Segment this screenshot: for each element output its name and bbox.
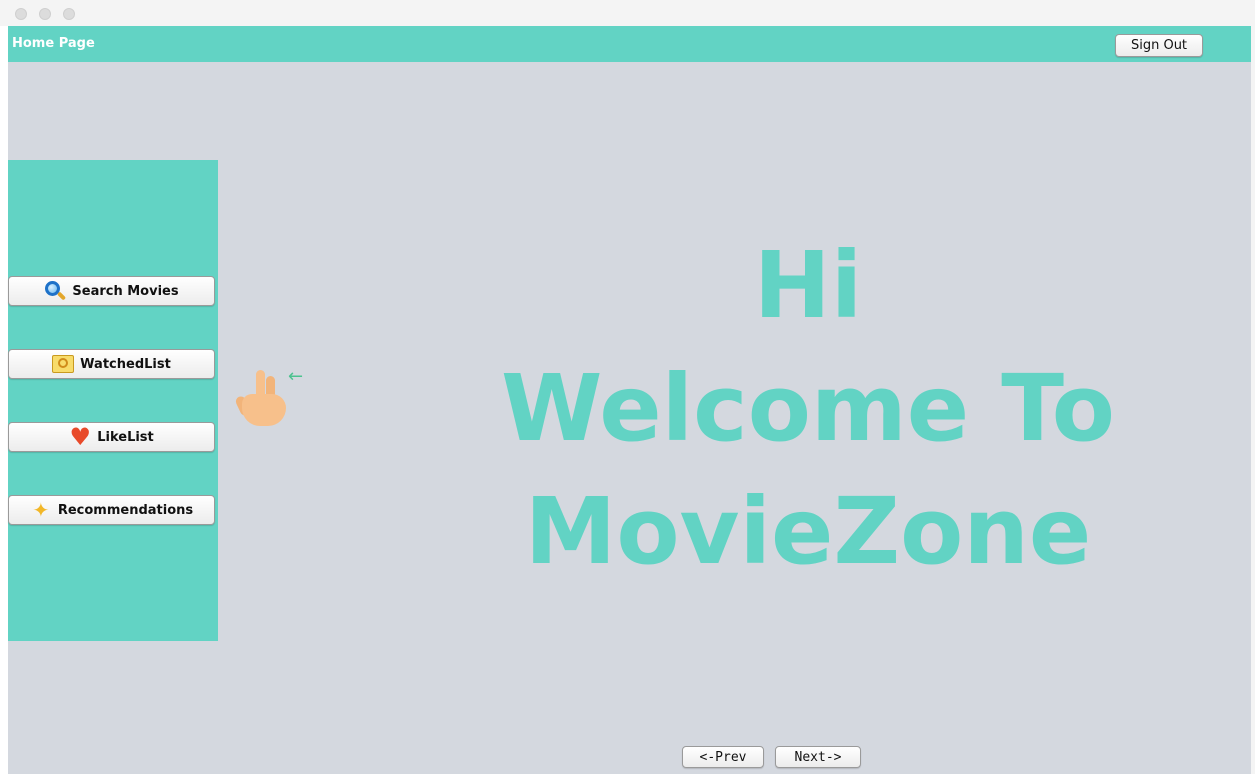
film-reel-icon	[52, 353, 75, 375]
search-movies-button[interactable]: Search Movies	[8, 276, 215, 306]
welcome-line-moviezone: MovieZone	[524, 478, 1092, 585]
window-title-bar	[0, 0, 1255, 26]
sparkle-thumb-icon: ✦	[32, 498, 50, 522]
window-right-edge	[1251, 26, 1255, 774]
recommendations-label: Recommendations	[57, 502, 194, 518]
watched-list-label: WatchedList	[80, 356, 171, 372]
window-close-button[interactable]	[15, 8, 27, 20]
header-bar: Home Page Sign Out	[8, 26, 1255, 62]
heart-icon: ♥	[69, 423, 91, 451]
magnifier-icon	[44, 280, 67, 302]
next-button[interactable]: Next->	[775, 746, 861, 768]
watched-list-button[interactable]: WatchedList	[8, 349, 215, 379]
app-window: Home Page Sign Out Search Movies Watched…	[8, 26, 1255, 774]
window-minimize-button[interactable]	[39, 8, 51, 20]
page-title: Home Page	[12, 36, 95, 51]
like-list-label: LikeList	[97, 429, 154, 445]
welcome-line-hi: Hi	[753, 232, 863, 339]
prev-button[interactable]: <-Prev	[682, 746, 764, 768]
pointing-hand-icon: ←	[234, 366, 303, 436]
sidebar: Search Movies WatchedList ♥ LikeList ✦ R…	[8, 160, 218, 641]
recommendations-button[interactable]: ✦ Recommendations	[8, 495, 215, 525]
welcome-line-welcome-to: Welcome To	[501, 355, 1115, 462]
window-zoom-button[interactable]	[63, 8, 75, 20]
left-arrow-icon: ←	[288, 366, 304, 387]
search-movies-label: Search Movies	[72, 283, 179, 299]
like-list-button[interactable]: ♥ LikeList	[8, 422, 215, 452]
sign-out-button[interactable]: Sign Out	[1115, 34, 1203, 57]
welcome-message: Hi Welcome To MovieZone	[368, 224, 1248, 593]
